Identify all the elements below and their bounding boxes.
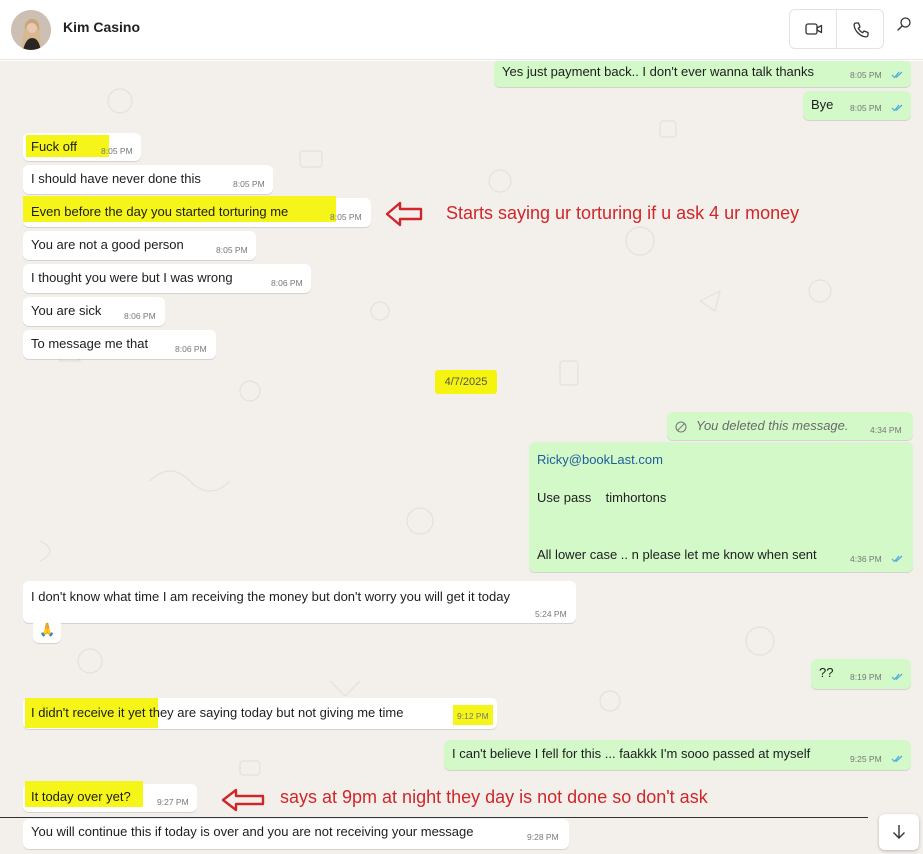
message-text: Yes just payment back.. I don't ever wan… [502, 64, 815, 79]
message-text: I thought you were but I was wrong [31, 270, 233, 285]
arrow-down-icon [893, 825, 905, 839]
message-outgoing[interactable]: Ricky@bookLast.com Use pass timhortons A… [529, 442, 913, 572]
message-time: 8:05 PM [850, 70, 882, 80]
message-text-highlighted: I didn't receive it yet [31, 705, 146, 720]
call-buttons [789, 9, 884, 49]
message-time: 8:06 PM [175, 344, 207, 354]
message-text: I didn't receive it yet they are saying … [31, 705, 403, 721]
message-text: To message me that [31, 336, 149, 351]
avatar[interactable] [11, 10, 51, 50]
message-outgoing[interactable]: ?? 8:19 PM [811, 659, 911, 689]
read-receipt-icon [891, 104, 903, 112]
chat-header: Kim Casino [0, 0, 923, 60]
message-text: You deleted this message. [696, 418, 849, 433]
message-outgoing[interactable]: Yes just payment back.. I don't ever wan… [494, 61, 911, 87]
message-time: 9:28 PM [527, 832, 559, 842]
message-time: 8:05 PM [216, 245, 248, 255]
message-outgoing[interactable]: Bye 8:05 PM [803, 91, 911, 120]
annotation-arrow-left-icon [221, 788, 265, 812]
message-text: Fuck off [31, 139, 78, 154]
date-separator: 4/7/2025 [435, 370, 497, 394]
message-incoming[interactable]: I should have never done this 8:05 PM [23, 165, 273, 194]
contact-name[interactable]: Kim Casino [63, 19, 140, 35]
read-receipt-icon [891, 71, 903, 79]
read-receipt-icon [891, 555, 903, 563]
message-emoji: 🙏 [39, 622, 56, 637]
search-icon [897, 17, 911, 31]
message-text: You are not a good person [31, 237, 184, 252]
message-incoming[interactable]: I didn't receive it yet they are saying … [23, 698, 497, 729]
message-incoming[interactable]: Even before the day you started torturin… [23, 196, 371, 227]
message-time: 8:05 PM [330, 212, 362, 222]
message-time: 9:12 PM [457, 711, 489, 721]
voice-call-button[interactable] [837, 10, 884, 48]
message-text: Bye [811, 97, 834, 112]
message-text-rest: they are saying today but not giving me … [145, 705, 404, 720]
message-text: Use pass timhortons [537, 490, 667, 505]
annotation-text: says at 9pm at night they day is not don… [280, 787, 708, 807]
message-time: 5:24 PM [535, 609, 567, 619]
message-text: Even before the day you started torturin… [31, 204, 289, 219]
message-text: I should have never done this [31, 171, 201, 186]
message-time: 9:25 PM [850, 754, 882, 764]
message-text: ?? [819, 665, 834, 680]
message-outgoing-deleted[interactable]: You deleted this message. 4:34 PM [667, 412, 913, 440]
chat-area[interactable]: Yes just payment back.. I don't ever wan… [0, 61, 923, 854]
message-incoming[interactable]: You will continue this if today is over … [23, 819, 569, 849]
message-incoming-emoji[interactable]: 🙏 [33, 619, 61, 643]
message-text: You are sick [31, 303, 102, 318]
phone-icon [853, 22, 869, 38]
deleted-icon [675, 421, 687, 433]
message-incoming[interactable]: I thought you were but I was wrong 8:06 … [23, 264, 311, 293]
annotation-arrow-left-icon [385, 201, 423, 227]
message-time: 9:27 PM [157, 797, 189, 807]
message-text: All lower case .. n please let me know w… [537, 547, 817, 562]
message-incoming[interactable]: To message me that 8:06 PM [23, 330, 216, 359]
message-incoming[interactable]: I don't know what time I am receiving th… [23, 581, 576, 623]
message-text: I can't believe I fell for this ... faak… [452, 746, 811, 761]
search-button[interactable] [896, 16, 920, 40]
message-incoming[interactable]: You are not a good person 8:05 PM [23, 231, 256, 260]
message-text: I don't know what time I am receiving th… [31, 589, 510, 604]
message-text: You will continue this if today is over … [31, 824, 474, 839]
video-camera-icon [805, 23, 823, 35]
message-incoming[interactable]: You are sick 8:06 PM [23, 297, 165, 326]
read-receipt-icon [891, 673, 903, 681]
message-incoming[interactable]: It today over yet? 9:27 PM [23, 781, 197, 812]
message-time: 8:05 PM [850, 103, 882, 113]
message-time: 4:36 PM [850, 554, 882, 564]
message-time: 8:06 PM [271, 278, 303, 288]
message-time: 8:06 PM [124, 311, 156, 321]
message-text: It today over yet? [31, 789, 131, 804]
message-time: 8:05 PM [101, 146, 133, 156]
message-incoming[interactable]: Fuck off 8:05 PM [23, 133, 141, 161]
scroll-to-bottom-button[interactable] [879, 814, 919, 850]
read-receipt-icon [891, 755, 903, 763]
divider [0, 817, 868, 818]
message-email-link[interactable]: Ricky@bookLast.com [537, 452, 663, 468]
annotation-text: Starts saying ur torturing if u ask 4 ur… [446, 203, 800, 223]
video-call-button[interactable] [790, 10, 837, 48]
message-time: 4:34 PM [870, 425, 902, 435]
message-time: 8:05 PM [233, 179, 265, 189]
message-time: 8:19 PM [850, 672, 882, 682]
message-outgoing[interactable]: I can't believe I fell for this ... faak… [444, 740, 911, 770]
